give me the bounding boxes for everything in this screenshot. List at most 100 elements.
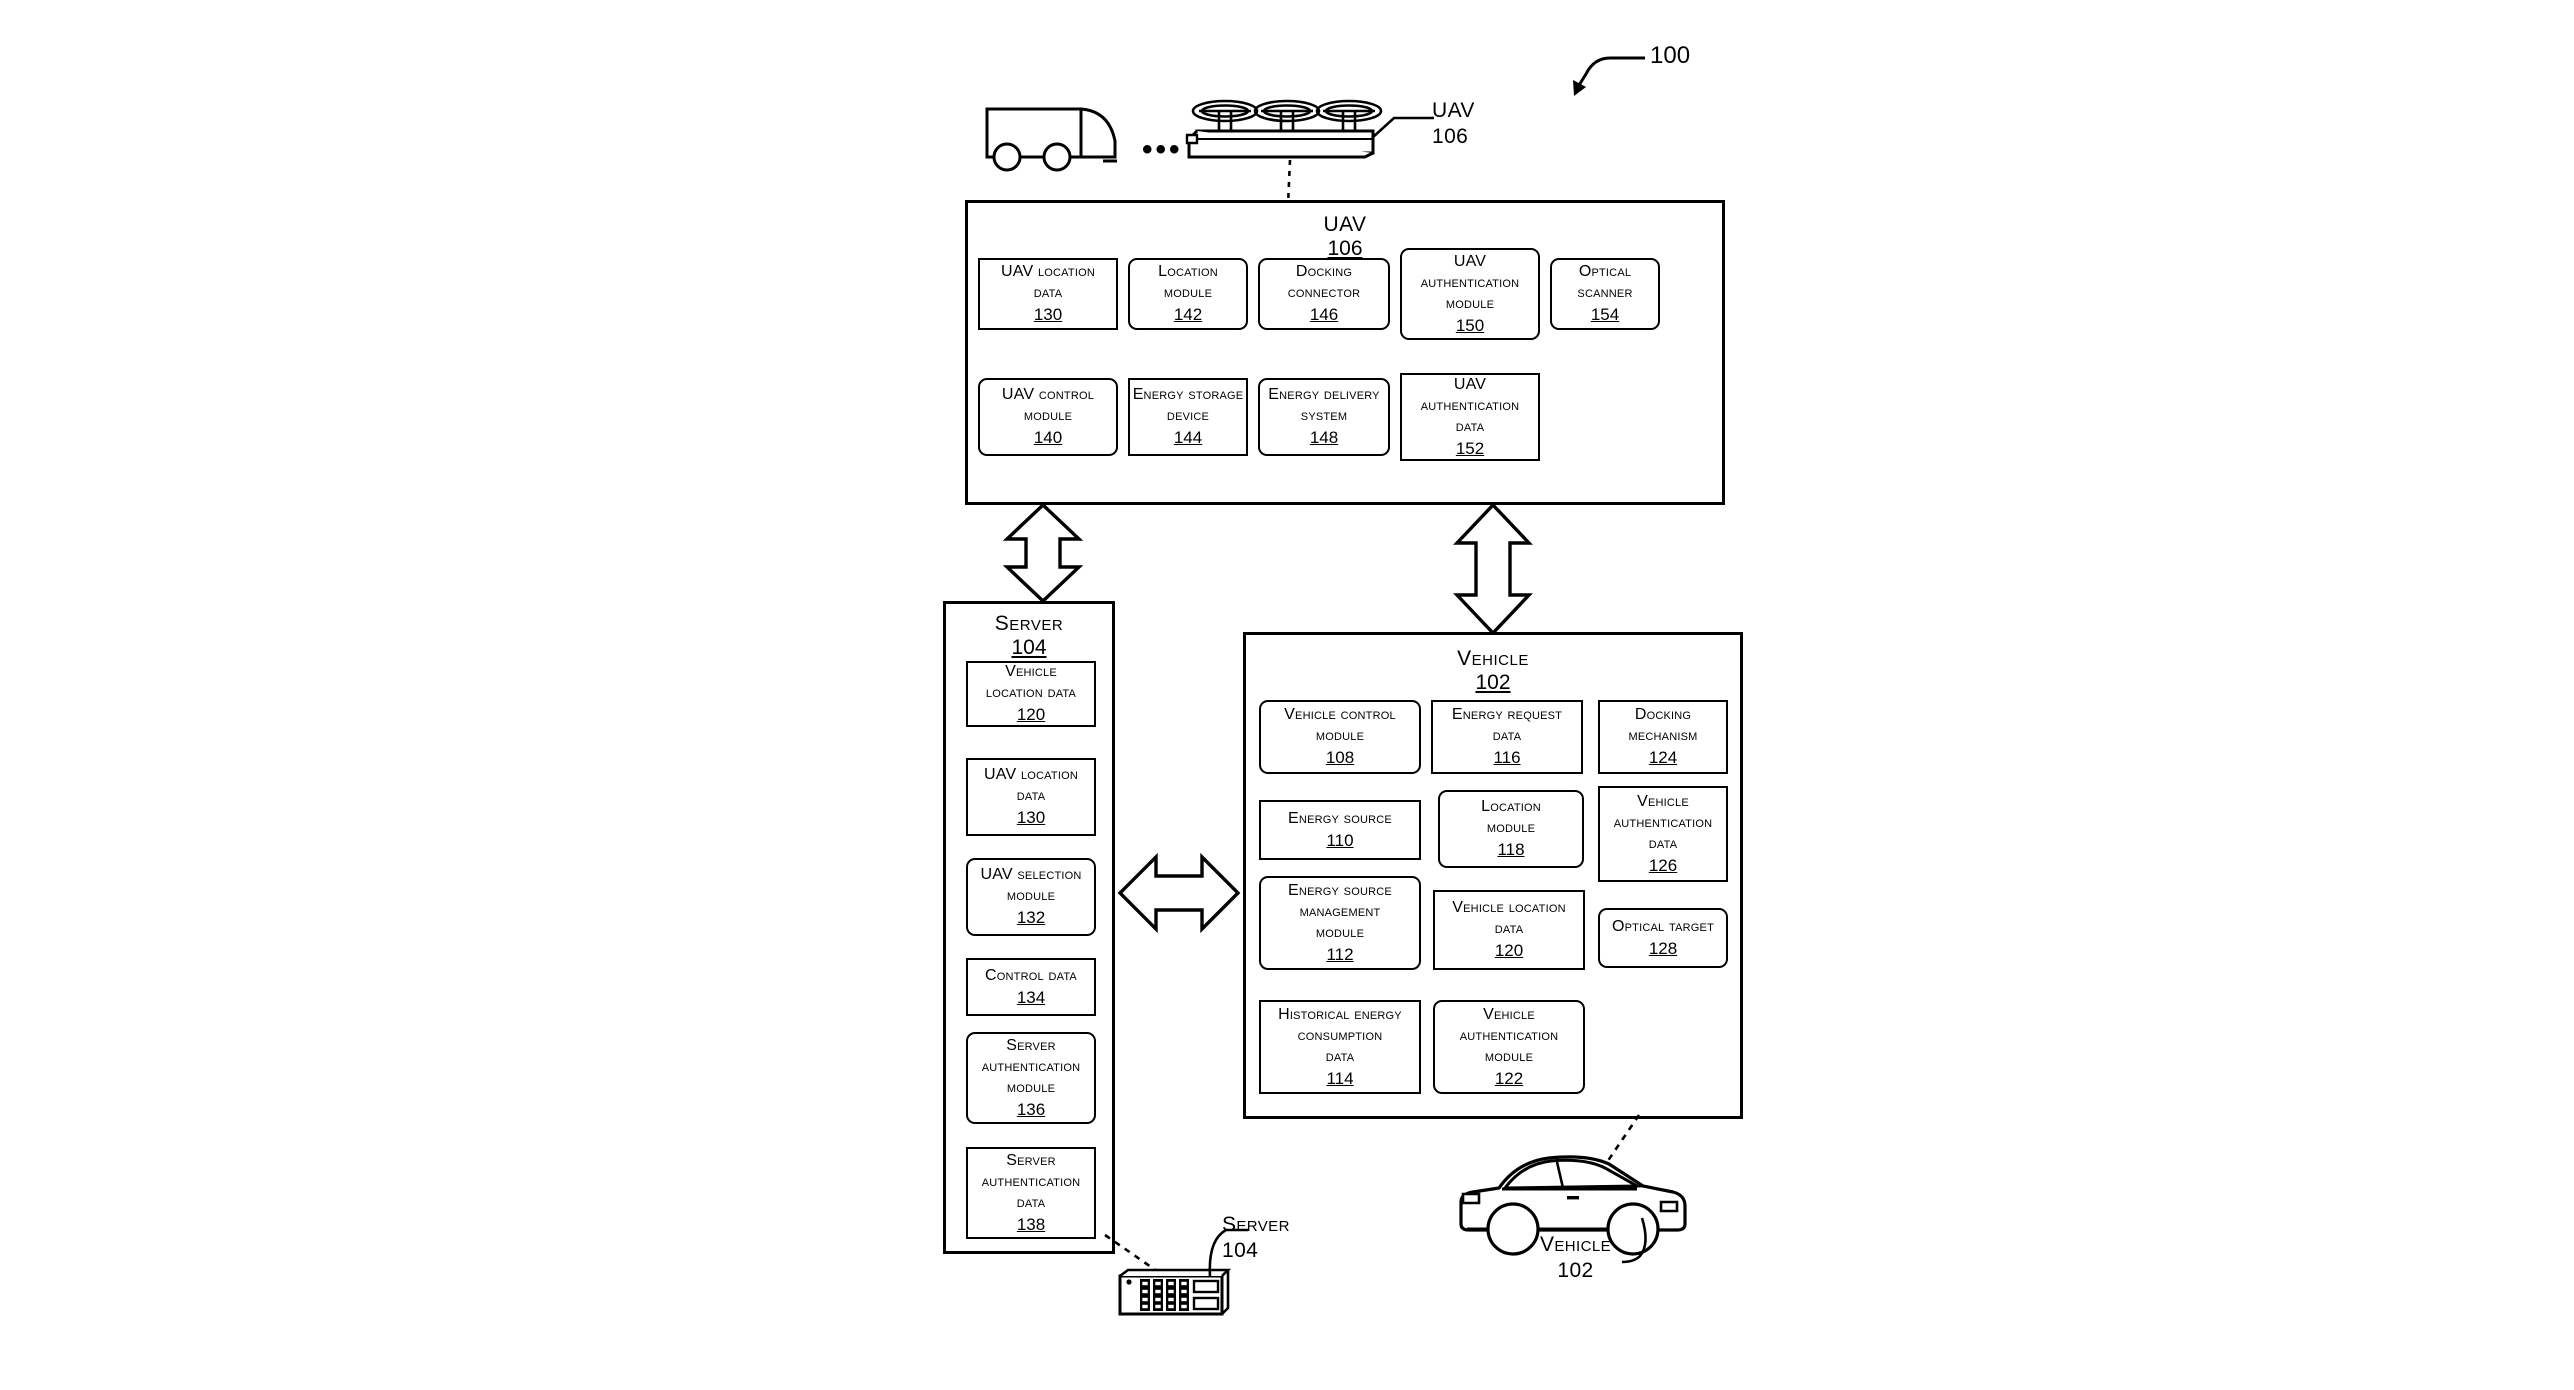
cell-line-2: module bbox=[1315, 727, 1365, 745]
uav-cell-uav-authentication-data[interactable]: UAV authentication data 152 bbox=[1400, 373, 1540, 461]
cell-line-1: Control data bbox=[985, 966, 1077, 984]
cell-line-1: Docking bbox=[1634, 706, 1692, 724]
cell-num: 112 bbox=[1326, 944, 1354, 964]
arrow-uav-vehicle bbox=[1450, 502, 1536, 636]
vehicle-cell-location-module[interactable]: Location module 118 bbox=[1438, 790, 1584, 868]
cell-num: 154 bbox=[1590, 305, 1620, 325]
patent-figure-canvas: 100 ••• UAV 106 UAV 106 UAV location dat… bbox=[0, 0, 2574, 1390]
vehicle-callout-num: 102 bbox=[1557, 1259, 1594, 1283]
cell-line-2: device bbox=[1166, 407, 1210, 425]
cell-num: 150 bbox=[1455, 315, 1485, 335]
cell-line-3: data bbox=[1016, 1193, 1046, 1211]
server-callout-label: Server 104 bbox=[1222, 1212, 1290, 1265]
cell-num: 120 bbox=[1494, 941, 1524, 961]
cell-line-2: authentication bbox=[981, 1057, 1081, 1075]
cell-num: 126 bbox=[1648, 855, 1678, 875]
vehicle-cell-historical-energy-consumption-data[interactable]: Historical energy consumption data 114 bbox=[1259, 1000, 1421, 1094]
uav-callout-label: UAV 106 bbox=[1432, 98, 1475, 151]
cell-line-1: UAV bbox=[1453, 252, 1487, 270]
uav-block-title-text: UAV bbox=[1323, 213, 1367, 236]
cell-line-3: module bbox=[1445, 294, 1495, 312]
cell-line-1: UAV control bbox=[1001, 386, 1095, 404]
cell-line-2: module bbox=[1163, 284, 1213, 302]
cell-line-1: Energy source bbox=[1288, 881, 1392, 899]
cell-line-2: data bbox=[1492, 727, 1522, 745]
uav-cell-docking-connector[interactable]: Docking connector 146 bbox=[1258, 258, 1390, 330]
cell-num: 132 bbox=[1016, 908, 1046, 928]
uav-cell-optical-scanner[interactable]: Optical scanner 154 bbox=[1550, 258, 1660, 330]
cell-num: 116 bbox=[1493, 748, 1521, 768]
uav-cell-uav-location-data[interactable]: UAV location data 130 bbox=[978, 258, 1118, 330]
uav-callout-num: 106 bbox=[1432, 125, 1469, 149]
server-block-num: 104 bbox=[1011, 636, 1047, 660]
cell-num: 138 bbox=[1016, 1214, 1046, 1234]
uav-block-title: UAV 106 bbox=[968, 213, 1722, 261]
cell-num: 114 bbox=[1326, 1068, 1354, 1088]
uav-cell-energy-storage-device[interactable]: Energy storage device 144 bbox=[1128, 378, 1248, 456]
server-cell-vehicle-location-data[interactable]: Vehicle location data 120 bbox=[966, 661, 1096, 727]
ellipsis-between-vehicles: ••• bbox=[1142, 133, 1183, 166]
cell-line-2: authentication bbox=[1420, 396, 1520, 414]
vehicle-cell-vehicle-authentication-module[interactable]: Vehicle authentication module 122 bbox=[1433, 1000, 1585, 1094]
uav-cell-uav-control-module[interactable]: UAV control module 140 bbox=[978, 378, 1118, 456]
vehicle-cell-docking-mechanism[interactable]: Docking mechanism 124 bbox=[1598, 700, 1728, 774]
cell-num: 146 bbox=[1309, 305, 1339, 325]
vehicle-cell-energy-source[interactable]: Energy source 110 bbox=[1259, 800, 1421, 860]
cell-line-2: connector bbox=[1287, 284, 1361, 302]
vehicle-cell-vehicle-control-module[interactable]: Vehicle control module 108 bbox=[1259, 700, 1421, 774]
uav-cell-location-module[interactable]: Location module 142 bbox=[1128, 258, 1248, 330]
arrow-uav-server bbox=[1000, 502, 1086, 604]
uav-callout-text: UAV bbox=[1432, 99, 1475, 122]
cell-line-2: authentication bbox=[1613, 813, 1713, 831]
server-callout-text: Server bbox=[1222, 1213, 1290, 1236]
cell-line-3: module bbox=[1315, 923, 1365, 941]
server-cell-server-authentication-module[interactable]: Server authentication module 136 bbox=[966, 1032, 1096, 1124]
server-cell-server-authentication-data[interactable]: Server authentication data 138 bbox=[966, 1147, 1096, 1239]
server-callout-num: 104 bbox=[1222, 1239, 1259, 1263]
uav-dashed-connector bbox=[1280, 159, 1300, 206]
cell-line-1: Vehicle bbox=[1483, 1005, 1535, 1023]
vehicle-cell-energy-source-management-module[interactable]: Energy source management module 112 bbox=[1259, 876, 1421, 970]
cell-num: 130 bbox=[1033, 305, 1063, 325]
cell-num: 120 bbox=[1016, 705, 1046, 725]
cell-line-1: Server bbox=[1006, 1036, 1056, 1054]
server-cell-uav-location-data[interactable]: UAV location data 130 bbox=[966, 758, 1096, 836]
cell-line-2: management bbox=[1299, 902, 1381, 920]
cell-line-2: location data bbox=[985, 684, 1077, 702]
vehicle-cell-vehicle-location-data[interactable]: Vehicle location data 120 bbox=[1433, 890, 1585, 970]
cell-line-1: Vehicle bbox=[1637, 792, 1689, 810]
cell-line-1: Energy request bbox=[1451, 706, 1563, 724]
arrow-server-vehicle bbox=[1117, 850, 1241, 936]
figure-reference-numeral: 100 bbox=[1650, 42, 1691, 69]
cell-line-1: Optical target bbox=[1612, 917, 1714, 935]
vehicle-block-title: Vehicle 102 bbox=[1246, 647, 1740, 695]
cell-line-3: data bbox=[1648, 834, 1678, 852]
uav-block: UAV 106 bbox=[965, 200, 1725, 505]
uav-callout-leader-line bbox=[1370, 110, 1440, 150]
vehicle-cell-optical-target[interactable]: Optical target 128 bbox=[1598, 908, 1728, 968]
vehicle-cell-vehicle-authentication-data[interactable]: Vehicle authentication data 126 bbox=[1598, 786, 1728, 882]
uav-drone-icon bbox=[1185, 95, 1385, 165]
cell-line-1: Location bbox=[1481, 798, 1541, 816]
uav-cell-energy-delivery-system[interactable]: Energy delivery system 148 bbox=[1258, 378, 1390, 456]
vehicle-callout-leader-line bbox=[1612, 1217, 1662, 1274]
cell-line-2: module bbox=[1006, 887, 1056, 905]
cell-line-2: system bbox=[1300, 407, 1348, 425]
cell-line-1: Vehicle control bbox=[1284, 706, 1396, 724]
vehicle-block-num: 102 bbox=[1475, 671, 1511, 695]
cell-line-2: data bbox=[1016, 787, 1046, 805]
server-cell-control-data[interactable]: Control data 134 bbox=[966, 958, 1096, 1016]
vehicle-cell-energy-request-data[interactable]: Energy request data 116 bbox=[1431, 700, 1583, 774]
cell-line-1: Vehicle bbox=[1005, 663, 1057, 681]
cell-line-1: Energy delivery bbox=[1268, 386, 1380, 404]
cell-line-1: Location bbox=[1158, 263, 1218, 281]
vehicle-callout-text: Vehicle bbox=[1540, 1233, 1611, 1256]
truck-icon bbox=[985, 105, 1125, 172]
cell-num: 148 bbox=[1309, 428, 1339, 448]
cell-line-2: module bbox=[1023, 407, 1073, 425]
cell-line-2: data bbox=[1494, 920, 1524, 938]
uav-cell-uav-authentication-module[interactable]: UAV authentication module 150 bbox=[1400, 248, 1540, 340]
cell-line-1: Optical bbox=[1578, 263, 1632, 281]
cell-num: 136 bbox=[1016, 1099, 1046, 1119]
server-cell-uav-selection-module[interactable]: UAV selection module 132 bbox=[966, 858, 1096, 936]
